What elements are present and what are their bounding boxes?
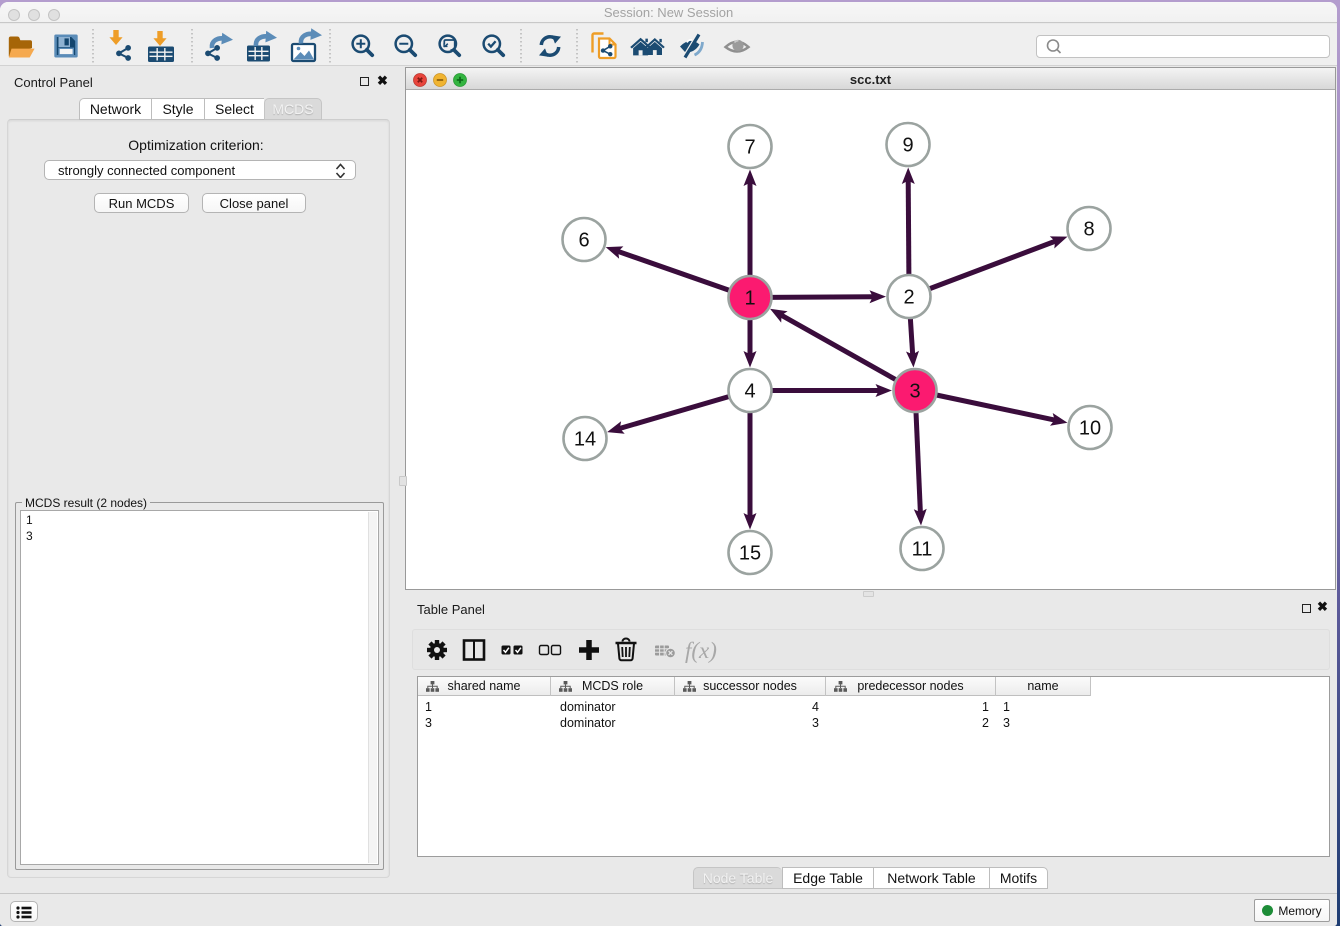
svg-text:2: 2 [903, 287, 914, 309]
svg-text:8: 8 [1083, 219, 1094, 241]
svg-text:7: 7 [744, 137, 755, 159]
svg-text:6: 6 [578, 230, 589, 252]
svg-text:11: 11 [912, 539, 933, 561]
svg-text:9: 9 [902, 135, 913, 157]
svg-text:10: 10 [1079, 418, 1101, 440]
svg-text:14: 14 [574, 429, 596, 451]
svg-text:3: 3 [909, 381, 920, 403]
svg-text:f(x): f(x) [685, 638, 717, 663]
svg-text:4: 4 [744, 381, 755, 403]
svg-text:15: 15 [739, 543, 761, 565]
svg-text:1: 1 [744, 288, 755, 310]
